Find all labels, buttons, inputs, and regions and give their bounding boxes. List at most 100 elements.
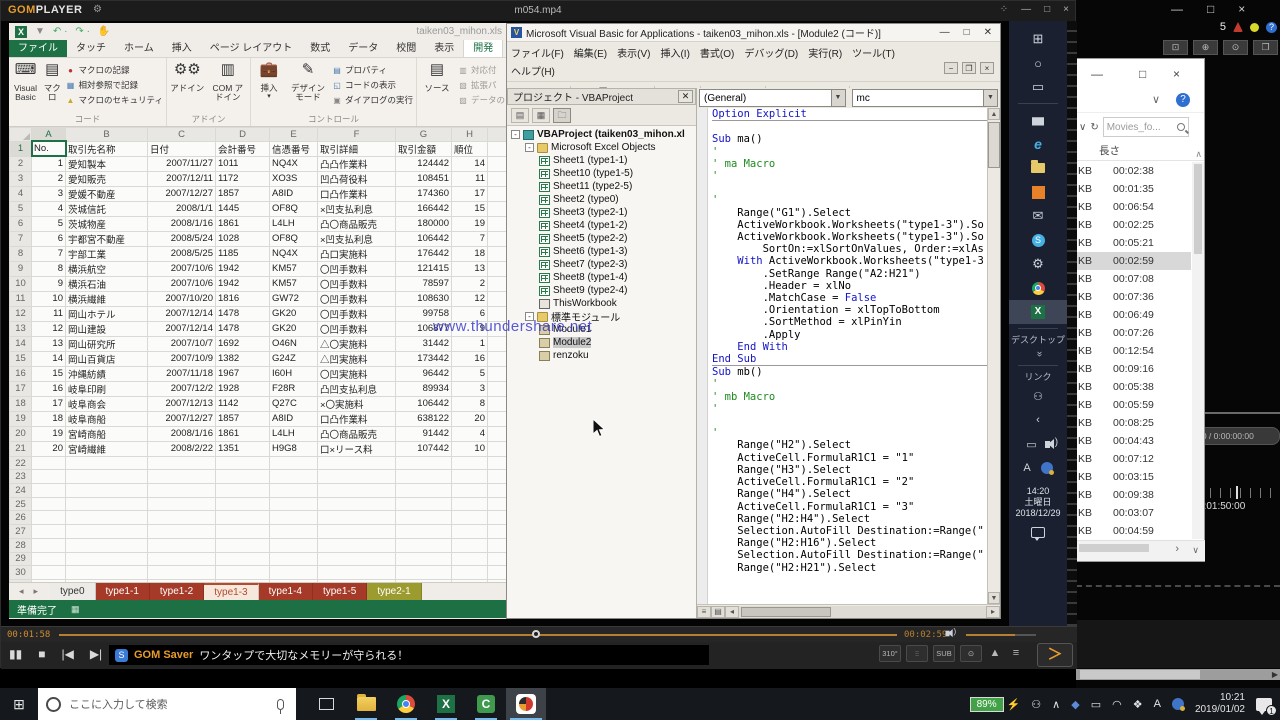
menu-button[interactable]: ≡ <box>1008 645 1024 662</box>
tree-item[interactable]: Sheet1 (type1-1) <box>507 154 696 167</box>
cell-D25[interactable] <box>216 497 270 511</box>
cell-E14[interactable]: O46N <box>270 336 318 351</box>
cell-G30[interactable] <box>396 566 452 580</box>
ribbon-tab-挿入[interactable]: 挿入 <box>163 37 201 57</box>
action-center-icon[interactable] <box>1031 527 1045 538</box>
cell-C19[interactable]: 2007/12/27 <box>148 411 216 426</box>
scroll-up-icon[interactable]: ∧ <box>1195 144 1202 164</box>
macro-record-status-icon[interactable]: ▦ <box>71 604 80 615</box>
cell-B17[interactable]: 岐阜印刷 <box>66 381 148 396</box>
row-header-17[interactable]: 17 <box>10 381 32 396</box>
ribbon-tab-ホーム[interactable]: ホーム <box>115 37 163 57</box>
visual-basic-button[interactable]: ⌨Visual Basic <box>12 60 39 114</box>
cell-B10[interactable]: 横浜石油 <box>66 276 148 291</box>
cell-G6[interactable]: 180000 <box>396 216 452 231</box>
cell-extra[interactable] <box>488 426 507 441</box>
cell-G29[interactable] <box>396 552 452 566</box>
row-header-6[interactable]: 6 <box>10 216 32 231</box>
volume-icon[interactable] <box>946 631 950 637</box>
tree-item[interactable]: renzoku <box>507 349 696 362</box>
cell-extra[interactable] <box>488 261 507 276</box>
cell-F15[interactable]: △凹実施料 <box>318 351 396 366</box>
help-icon[interactable]: ? <box>1266 22 1277 33</box>
cell-E29[interactable] <box>270 552 318 566</box>
cell-H18[interactable]: 8 <box>452 396 488 411</box>
cell-D29[interactable] <box>216 552 270 566</box>
cell-E27[interactable] <box>270 525 318 539</box>
explorer-titlebar[interactable]: — □ × <box>1077 59 1204 89</box>
microphone-icon[interactable] <box>277 699 284 710</box>
list-item[interactable]: KB00:12:54 <box>1077 342 1191 360</box>
cell-F16[interactable]: 〇凹実施料 <box>318 366 396 381</box>
list-item[interactable]: KB00:03:15 <box>1077 468 1191 486</box>
taskbar-search-input[interactable]: ここに入力して検索 <box>38 688 296 720</box>
insert-control-button[interactable]: 💼挿入▾ <box>254 60 284 114</box>
excel-icon[interactable]: X <box>1009 300 1067 324</box>
rotate-button[interactable]: 310° <box>879 645 901 662</box>
cell-B3[interactable]: 愛知販売 <box>66 171 148 186</box>
cell-D18[interactable]: 1142 <box>216 396 270 411</box>
cell-extra[interactable] <box>488 336 507 351</box>
cell-C22[interactable] <box>148 456 216 470</box>
view-code-button[interactable]: ◱コードの表示 <box>332 79 413 91</box>
list-item[interactable]: KB00:05:21 <box>1077 234 1191 252</box>
cell-E28[interactable] <box>270 538 318 552</box>
cell-H16[interactable]: 5 <box>452 366 488 381</box>
cell-H1[interactable]: 順位 <box>452 141 488 156</box>
cell-B22[interactable] <box>66 456 148 470</box>
column-header-G[interactable]: G <box>396 128 452 142</box>
cell-H21[interactable]: 10 <box>452 441 488 456</box>
cell-H9[interactable]: 13 <box>452 261 488 276</box>
store-icon[interactable] <box>1009 108 1067 132</box>
cell-F4[interactable]: 口凸作業料 <box>318 186 396 201</box>
task-view-button[interactable] <box>306 688 346 720</box>
cell-F14[interactable]: △〇実施料 <box>318 336 396 351</box>
task-view-button[interactable]: ▭ <box>1009 75 1067 99</box>
cell-F24[interactable] <box>318 484 396 498</box>
cell-H10[interactable]: 2 <box>452 276 488 291</box>
bulb-icon[interactable] <box>1250 23 1259 32</box>
cell-extra[interactable] <box>488 381 507 396</box>
cell-E17[interactable]: F28R <box>270 381 318 396</box>
cell-E9[interactable]: KM57 <box>270 261 318 276</box>
cell-E25[interactable] <box>270 497 318 511</box>
cell-A27[interactable] <box>32 525 66 539</box>
tree-item[interactable]: Sheet11 (type2-5) <box>507 180 696 193</box>
maximize-icon[interactable]: □ <box>1139 67 1146 81</box>
chevron-down-icon[interactable]: ▼ <box>831 90 845 106</box>
scrollbar-thumb[interactable] <box>1080 670 1200 679</box>
cell-A8[interactable]: 7 <box>32 246 66 261</box>
cell-H15[interactable]: 16 <box>452 351 488 366</box>
tree-item[interactable]: Sheet3 (type2-1) <box>507 206 696 219</box>
skype-icon[interactable]: S <box>1009 228 1067 252</box>
cell-A16[interactable]: 15 <box>32 366 66 381</box>
tree-item[interactable]: -Microsoft Excel Objects <box>507 141 696 154</box>
cell-E16[interactable]: I60H <box>270 366 318 381</box>
cell-A30[interactable] <box>32 566 66 580</box>
row-header-5[interactable]: 5 <box>10 201 32 216</box>
cell-H23[interactable] <box>452 470 488 484</box>
cell-extra[interactable] <box>488 351 507 366</box>
cell-G17[interactable]: 89934 <box>396 381 452 396</box>
maximize-icon[interactable]: □ <box>1207 2 1214 16</box>
cell-extra[interactable] <box>488 396 507 411</box>
cell-extra[interactable] <box>488 411 507 426</box>
cell-G4[interactable]: 174360 <box>396 186 452 201</box>
taskbar-excel[interactable]: X <box>426 688 466 720</box>
cell-E5[interactable]: OF8Q <box>270 201 318 216</box>
close-icon[interactable]: ✕ <box>678 90 693 103</box>
cell-C30[interactable] <box>148 566 216 580</box>
column-header-C[interactable]: C <box>148 128 216 142</box>
row-header-4[interactable]: 4 <box>10 186 32 201</box>
cell-D2[interactable]: 1011 <box>216 156 270 171</box>
cell-C5[interactable]: 2008/1/1 <box>148 201 216 216</box>
playlist-handle[interactable] <box>1067 21 1077 626</box>
cell-G15[interactable]: 173442 <box>396 351 452 366</box>
row-header-30[interactable]: 30 <box>10 566 32 580</box>
sheet-tab-type1-3[interactable]: type1-3 <box>204 583 258 600</box>
tree-item[interactable]: Sheet2 (type0) <box>507 193 696 206</box>
equalizer-button[interactable]: ⫶⫶ <box>906 645 928 662</box>
cell-G2[interactable]: 124442 <box>396 156 452 171</box>
cell-F8[interactable]: 凸口実施料 <box>318 246 396 261</box>
column-header-E[interactable]: E <box>270 128 318 142</box>
